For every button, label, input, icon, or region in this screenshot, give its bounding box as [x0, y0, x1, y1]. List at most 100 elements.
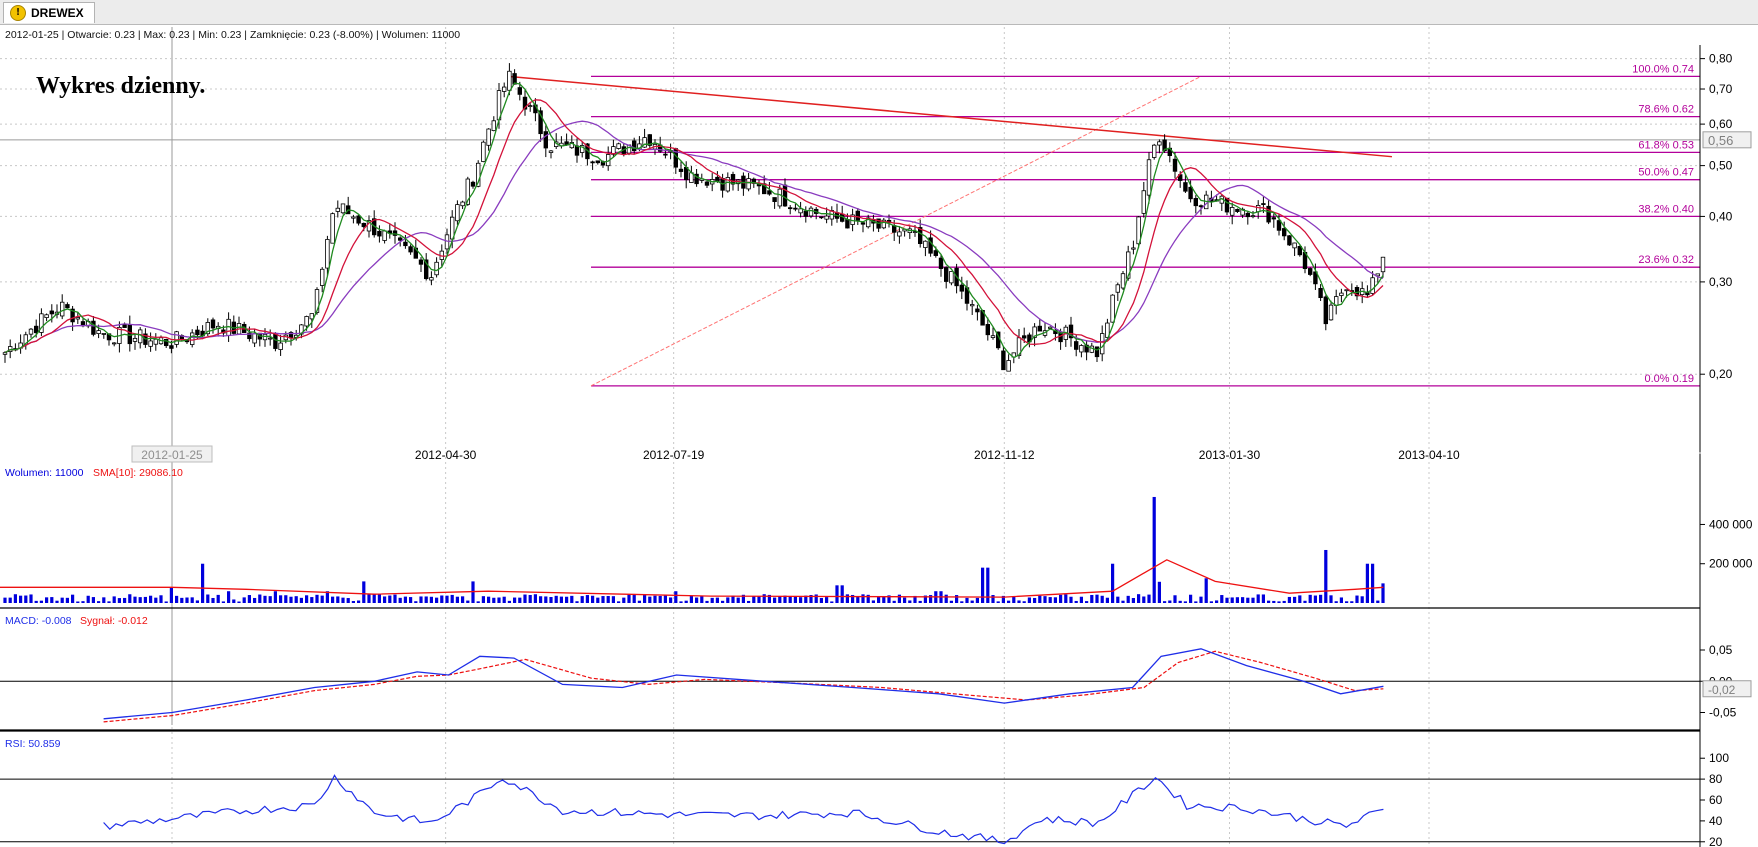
- candle-body: [460, 201, 465, 207]
- candle-body: [408, 246, 413, 253]
- volume-bar: [1215, 600, 1219, 603]
- volume-bar: [227, 591, 231, 603]
- volume-bar: [840, 585, 844, 603]
- candle-body: [60, 301, 65, 317]
- candle-body: [1141, 190, 1146, 214]
- candle-body: [267, 337, 273, 340]
- volume-bar: [1261, 594, 1265, 603]
- candle-body: [1308, 268, 1313, 275]
- x-tick-label: 2013-04-10: [1398, 448, 1460, 462]
- volume-bar: [310, 597, 314, 603]
- volume-bar: [549, 597, 553, 603]
- candle-body: [746, 178, 751, 190]
- chart-area[interactable]: 100.0% 0.74 78.6% 0.62 61.8% 0.53 50.0% 0.4…: [0, 25, 1758, 847]
- volume-bar: [611, 596, 615, 603]
- volume-bar: [1241, 597, 1245, 603]
- candle-body: [798, 208, 803, 214]
- volume-bar: [663, 595, 667, 603]
- volume-bar: [523, 594, 527, 603]
- candle-body: [1230, 207, 1235, 216]
- volume-bar: [752, 596, 756, 603]
- volume-bar: [435, 597, 439, 603]
- volume-bar: [206, 594, 210, 603]
- current-price-label: 0,56: [1708, 133, 1733, 148]
- chart-tab[interactable]: ! DREWEX: [3, 2, 95, 23]
- candle-body: [543, 131, 548, 149]
- volume-bar: [1371, 563, 1375, 603]
- volume-bar: [773, 597, 777, 603]
- candle-body: [44, 314, 49, 319]
- candle-body: [855, 210, 860, 221]
- volume-bar: [55, 600, 59, 603]
- macd-line: [103, 648, 1384, 720]
- volume-bar: [1022, 601, 1026, 603]
- volume-bar: [617, 601, 621, 603]
- candle-body: [101, 333, 106, 335]
- volume-bar: [86, 595, 90, 603]
- candle-body: [933, 250, 938, 256]
- candle-body: [397, 237, 403, 241]
- volume-bar: [897, 594, 901, 603]
- volume-bar: [1157, 581, 1161, 603]
- volume-bar: [1038, 595, 1042, 603]
- x-tick-label: 2013-01-30: [1199, 448, 1261, 462]
- volume-bar: [1163, 601, 1167, 603]
- candle-body: [1261, 203, 1266, 205]
- volume-bar: [778, 596, 782, 603]
- candle-body: [808, 207, 814, 217]
- volume-bar: [1334, 601, 1338, 603]
- candle-body: [1282, 228, 1287, 237]
- macd-y-tick-label: -0,05: [1709, 706, 1737, 720]
- volume-bar: [736, 597, 740, 603]
- candle-body: [1120, 273, 1126, 289]
- volume-bar: [221, 601, 225, 603]
- volume-bar: [965, 597, 969, 603]
- volume-bar: [133, 596, 137, 603]
- x-tick-label: 2012-07-19: [643, 448, 705, 462]
- candle-body: [330, 213, 335, 244]
- candle-body: [574, 145, 580, 156]
- candle-body: [278, 342, 283, 350]
- candle-body: [1115, 284, 1120, 293]
- volume-bar: [1116, 596, 1120, 603]
- volume-bar: [653, 595, 657, 603]
- volume-bar: [1100, 595, 1104, 603]
- volume-bar: [154, 597, 158, 603]
- volume-bar: [102, 597, 106, 603]
- candle-body: [481, 141, 486, 162]
- candle-body: [1037, 325, 1042, 332]
- volume-bar: [403, 596, 407, 603]
- volume-bar: [481, 596, 485, 603]
- price-y-tick-label: 0,70: [1709, 82, 1733, 96]
- volume-bar: [788, 596, 792, 603]
- volume-bar: [981, 567, 985, 603]
- volume-bar: [575, 601, 579, 603]
- volume-bar: [991, 595, 995, 603]
- candle-body: [325, 239, 330, 269]
- candle-body: [704, 181, 710, 186]
- volume-bar: [513, 597, 517, 603]
- volume-bar: [554, 595, 558, 603]
- candle-body: [127, 324, 132, 345]
- candle-body: [189, 332, 195, 345]
- candle-body: [361, 222, 366, 228]
- candle-body: [429, 277, 434, 281]
- volume-bar: [1173, 595, 1177, 603]
- volume-bar: [835, 585, 839, 603]
- candle-body: [1001, 350, 1006, 371]
- candle-body: [434, 261, 439, 276]
- candle-body: [356, 215, 361, 224]
- rsi-legend: RSI: 50.859: [5, 738, 61, 750]
- candle-body: [1100, 333, 1105, 355]
- candle-body: [959, 284, 964, 292]
- volume-bar: [1137, 594, 1141, 603]
- candle-body: [486, 128, 491, 146]
- volume-bar: [1079, 596, 1083, 603]
- candle-body: [860, 222, 866, 225]
- volume-bar: [1277, 601, 1281, 603]
- volume-bar: [393, 594, 397, 603]
- candle-body: [1094, 346, 1100, 358]
- volume-bar: [1033, 597, 1037, 603]
- volume-bar: [13, 594, 17, 603]
- volume-bar: [107, 601, 111, 603]
